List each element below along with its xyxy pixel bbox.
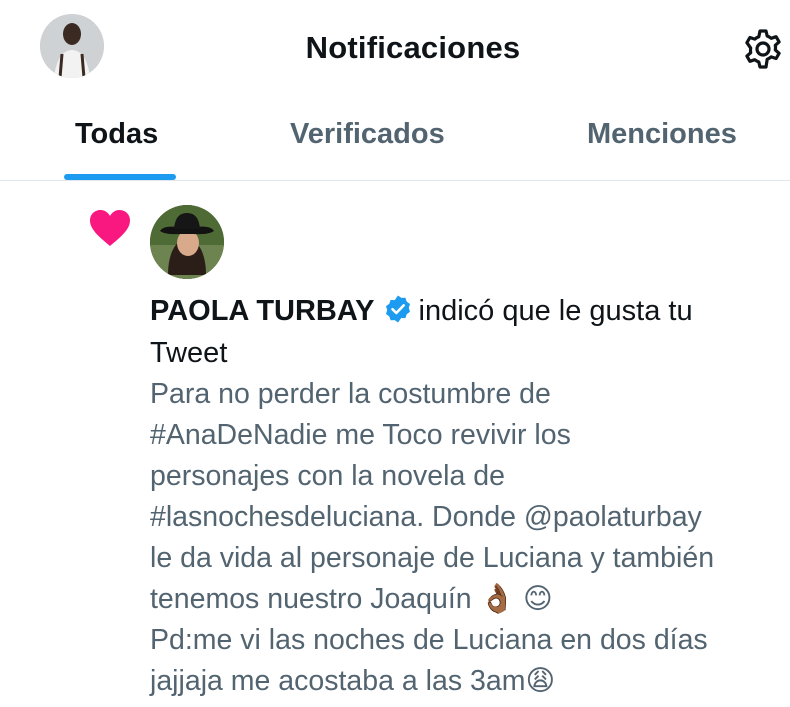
tab-todas[interactable]: Todas <box>75 118 158 151</box>
tweet-line: #AnaDeNadie me Toco revivir los <box>150 419 571 451</box>
verified-badge-icon <box>383 294 413 324</box>
page-title: Notificaciones <box>305 30 521 65</box>
user-avatar[interactable] <box>150 205 224 279</box>
notification-object[interactable]: Tweet <box>150 337 227 369</box>
tab-bar: Todas Verificados Menciones <box>0 100 790 180</box>
notification-body: PAOLA TURBAY indicó que le gusta tu Tweet… <box>150 290 780 702</box>
gear-icon[interactable] <box>740 26 786 72</box>
tweet-line: personajes con la novela de <box>150 460 505 492</box>
tweet-text[interactable]: Para no perder la costumbre de #AnaDeNad… <box>150 374 780 702</box>
tab-divider <box>0 180 790 181</box>
heart-icon <box>88 208 132 248</box>
tweet-line: #lasnochesdeluciana. Donde @paolaturbay <box>150 501 702 533</box>
notification-headline: PAOLA TURBAY indicó que le gusta tu Tweet <box>150 290 780 374</box>
user-avatar-image <box>150 205 224 279</box>
notification-action: indicó que le gusta tu <box>418 295 693 327</box>
user-name[interactable]: PAOLA TURBAY <box>150 295 375 327</box>
top-bar: Notificaciones <box>0 0 790 100</box>
tab-verificados[interactable]: Verificados <box>290 118 445 151</box>
tweet-line: Para no perder la costumbre de <box>150 378 551 410</box>
tab-menciones[interactable]: Menciones <box>587 118 737 151</box>
tweet-line: Pd:me vi las noches de Luciana en dos dí… <box>150 624 708 656</box>
tweet-line: jajjaja me acostaba a las 3am😩 <box>150 665 556 697</box>
tweet-line: tenemos nuestro Joaquín 👌🏾 😊 <box>150 583 553 615</box>
tweet-line: le da vida al personaje de Luciana y tam… <box>150 542 715 574</box>
